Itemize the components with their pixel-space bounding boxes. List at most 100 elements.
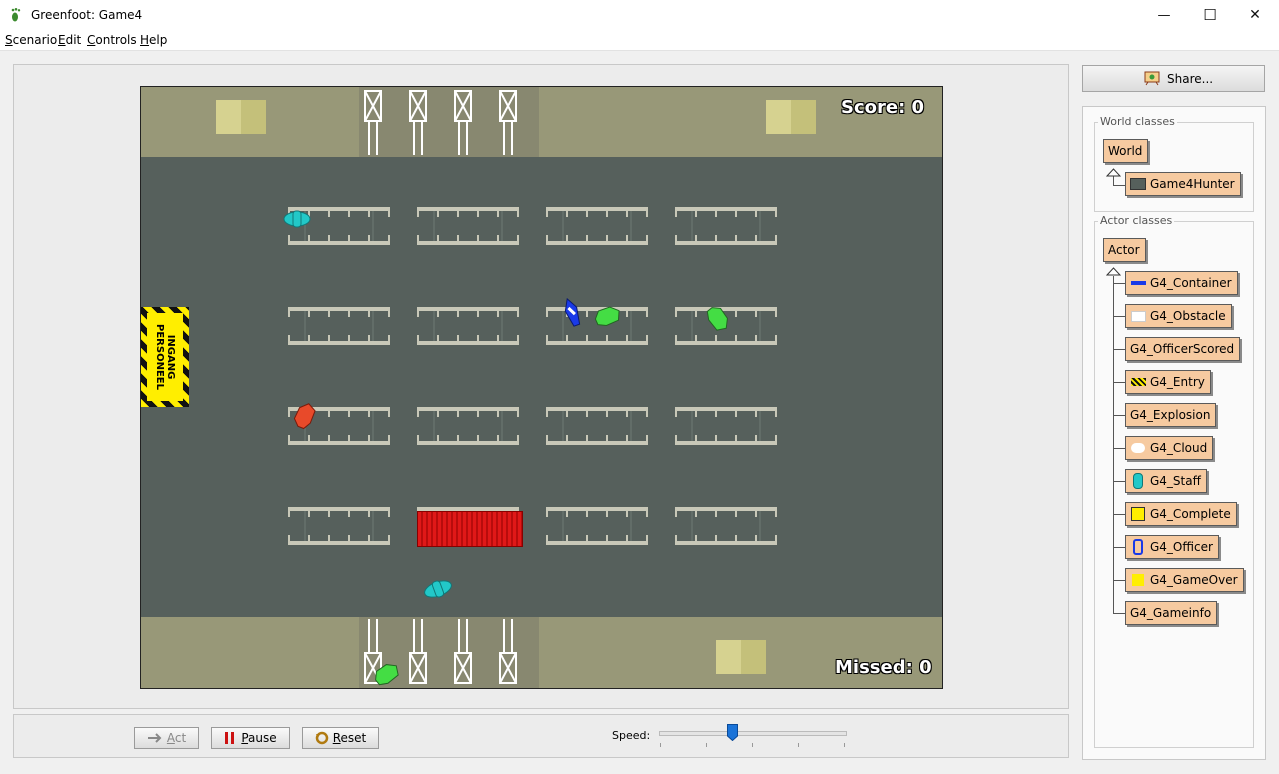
reset-button[interactable]: Reset [302,727,379,749]
greenfoot-logo-icon [11,8,21,22]
class-g4-entry[interactable]: G4_Entry [1125,370,1211,394]
class-actor[interactable]: Actor [1103,238,1146,262]
class-label: G4_Entry [1150,375,1205,389]
entry-sign-line1: INGANG [165,334,176,380]
shelf-rack [546,407,648,445]
class-world[interactable]: World [1103,139,1149,163]
class-label: G4_Explosion [1130,408,1211,422]
loading-pad [766,100,816,134]
entry-icon [1130,375,1146,389]
staff-icon [1130,473,1146,489]
act-button[interactable]: Act [134,727,199,749]
missed-text: Missed: 0 [835,657,932,678]
class-g4-container[interactable]: G4_Container [1125,271,1238,295]
class-g4-gameinfo[interactable]: G4_Gameinfo [1125,601,1218,625]
class-label: G4_OfficerScored [1130,342,1235,356]
shelf-rack [417,207,519,245]
shelf-rack [546,507,648,545]
inherit-arrow-icon [1106,168,1121,177]
game4hunter-icon [1130,177,1146,191]
container-red [417,511,523,547]
class-label: G4_GameOver [1150,573,1238,587]
crane-top [359,87,539,157]
staff-sprite [283,210,311,228]
close-button[interactable]: ✕ [1232,0,1278,30]
complete-icon [1130,507,1146,521]
slider-tick [706,743,707,747]
loading-pad [216,100,266,134]
menu-edit[interactable]: Edit [58,33,81,47]
slider-tick [660,743,661,747]
speed-slider[interactable] [659,731,847,736]
share-label: Share... [1167,72,1214,86]
shelf-rack [417,407,519,445]
entry-sign: INGANG PERSONEEL [141,307,189,407]
pause-label: Pause [241,731,277,745]
maximize-icon: ☐ [1203,6,1217,24]
shelf-rack [546,207,648,245]
maximize-button[interactable]: ☐ [1187,0,1233,30]
score-text: Score: 0 [841,97,925,118]
class-g4-complete[interactable]: G4_Complete [1125,502,1237,526]
shelf-rack [288,507,390,545]
shelf-rack [675,207,777,245]
slider-tick [844,743,845,747]
class-label: G4_Obstacle [1150,309,1226,323]
slider-tick [752,743,753,747]
slider-tick [798,743,799,747]
title-bar: Greenfoot: Game4 — ☐ ✕ [0,0,1279,31]
class-game4hunter-label: Game4Hunter [1150,177,1235,191]
class-g4-officer[interactable]: G4_Officer [1125,535,1219,559]
shelf-rack [675,507,777,545]
class-world-label: World [1108,144,1143,158]
actor-classes-title: Actor classes [1098,214,1175,227]
shelf-rack [288,307,390,345]
game-world[interactable]: Score: 0 Missed: 0 INGANG PERSONEEL [140,86,943,689]
world-classes-title: World classes [1098,115,1177,128]
staff-sprite [424,580,452,598]
obstacle-icon [1130,309,1146,323]
class-label: G4_Container [1150,276,1232,290]
speed-slider-thumb[interactable] [727,724,739,741]
class-label: G4_Complete [1150,507,1231,521]
class-label: G4_Staff [1150,474,1201,488]
officer-icon [1130,539,1146,555]
class-g4-explosion[interactable]: G4_Explosion [1125,403,1217,427]
minimize-icon: — [1157,7,1171,23]
menu-help[interactable]: Help [140,33,167,47]
inherit-arrow-icon [1106,267,1121,276]
class-label: G4_Cloud [1150,441,1208,455]
minimize-button[interactable]: — [1141,0,1187,30]
menu-bar: Scenario Edit Controls Help [0,30,1279,51]
world-classes-group [1094,122,1254,212]
loading-pad [716,640,766,674]
gameover-icon [1130,573,1146,587]
container-icon [1130,276,1146,290]
entry-sign-line2: PERSONEEL [154,324,165,390]
reset-label: Reset [332,731,367,745]
menu-controls[interactable]: Controls [87,33,137,47]
class-g4-officerscored[interactable]: G4_OfficerScored [1125,337,1241,361]
shelf-rack [417,307,519,345]
act-label: Act [166,731,187,745]
class-label: G4_Gameinfo [1130,606,1212,620]
share-icon [1144,71,1160,86]
class-g4-obstacle[interactable]: G4_Obstacle [1125,304,1232,328]
shelf-rack [675,407,777,445]
class-label: G4_Officer [1150,540,1213,554]
menu-scenario[interactable]: Scenario [5,33,57,47]
class-g4-staff[interactable]: G4_Staff [1125,469,1207,493]
class-g4-cloud[interactable]: G4_Cloud [1125,436,1214,460]
pause-icon [225,732,235,744]
pause-button[interactable]: Pause [211,727,290,749]
close-icon: ✕ [1249,7,1261,23]
share-button[interactable]: Share... [1082,65,1265,92]
class-game4hunter[interactable]: Game4Hunter [1125,172,1241,196]
bottom-wall [141,617,942,688]
reset-icon [315,731,328,745]
act-icon [147,733,162,743]
cloud-icon [1130,441,1146,455]
speed-label: Speed: [612,729,651,742]
class-actor-label: Actor [1108,243,1140,257]
class-g4-gameover[interactable]: G4_GameOver [1125,568,1244,592]
